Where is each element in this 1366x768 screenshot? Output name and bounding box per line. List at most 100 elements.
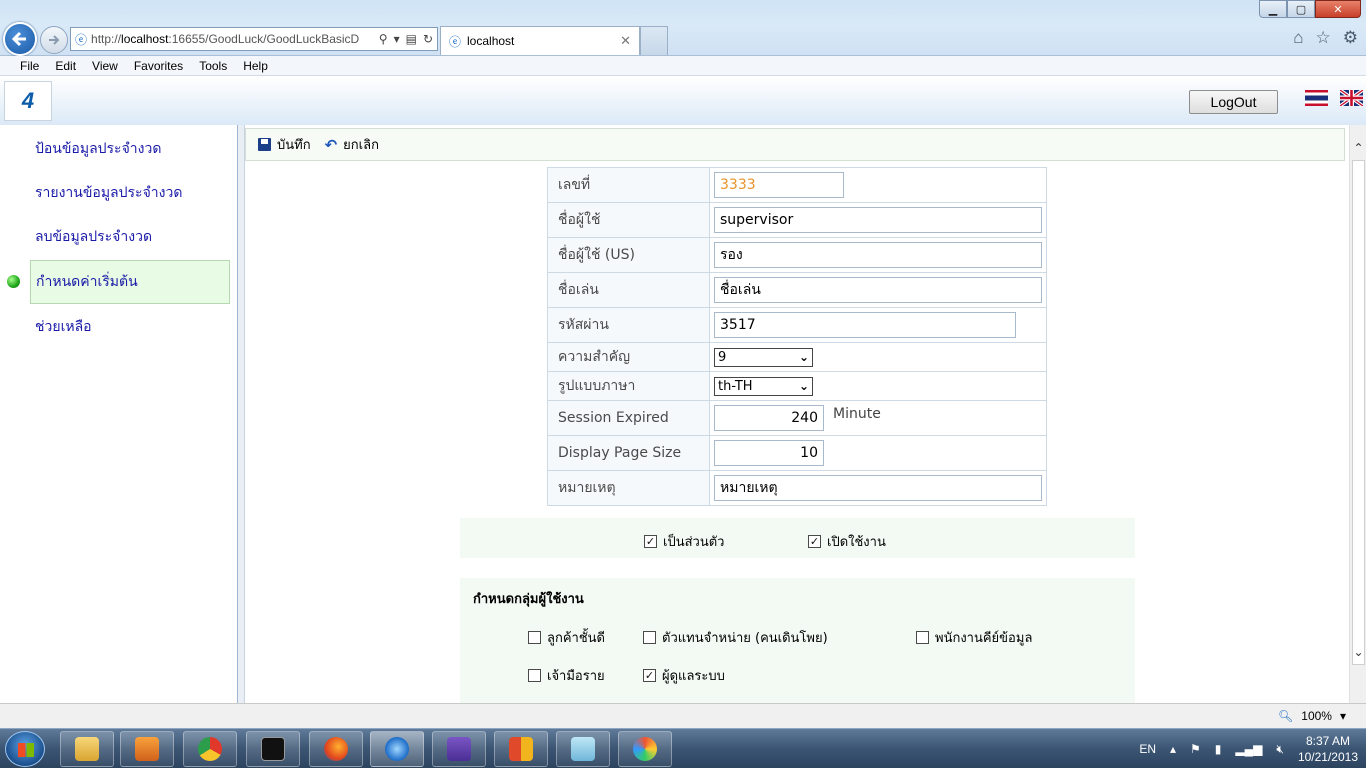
clock[interactable]: 8:37 AM 10/21/2013	[1298, 733, 1358, 765]
menu-favorites[interactable]: Favorites	[126, 59, 191, 73]
ie-taskbar-button[interactable]	[370, 731, 424, 767]
user-form-table: เลขที่ 3333 ชื่อผู้ใช้ supervisor ชื่อผู…	[547, 167, 1047, 506]
visual-studio-taskbar-button[interactable]	[432, 731, 486, 767]
menu-edit[interactable]: Edit	[47, 59, 84, 73]
firefox-taskbar-button[interactable]	[309, 731, 363, 767]
group-checkbox-agent[interactable]: ตัวแทนจำหน่าย (คนเดินโพย)	[643, 627, 828, 648]
back-button[interactable]	[3, 22, 37, 56]
folder-icon	[75, 737, 99, 761]
group-checkbox-data-entry[interactable]: พนักงานคีย์ข้อมูล	[916, 627, 1032, 648]
priority-value: 9	[718, 349, 727, 365]
enabled-check-icon: ✓	[808, 535, 821, 548]
menu-tools[interactable]: Tools	[191, 59, 235, 73]
zoom-dropdown-icon: ▾	[1339, 709, 1346, 723]
logout-button[interactable]: LogOut	[1189, 90, 1278, 114]
media-player-taskbar-button[interactable]	[120, 731, 174, 767]
language-indicator[interactable]: EN	[1139, 742, 1156, 756]
session-field[interactable]: 240	[714, 405, 824, 431]
username-us-field[interactable]: รอง	[714, 242, 1042, 268]
id-field[interactable]: 3333	[714, 172, 844, 198]
cmd-taskbar-button[interactable]	[246, 731, 300, 767]
nav-item-delete-data[interactable]: ลบข้อมูลประจำงวด	[30, 215, 230, 259]
group-checkbox-admin[interactable]: ✓ ผู้ดูแลระบบ	[643, 665, 725, 686]
left-navigation: ป้อนข้อมูลประจำงวด รายงานข้อมูลประจำงวด …	[0, 125, 237, 703]
tab-ie-icon: ⓔ	[449, 34, 462, 49]
scroll-down-icon[interactable]: ⌄	[1350, 643, 1366, 660]
search-icon[interactable]: ⚲	[379, 32, 388, 46]
nav-item-report[interactable]: รายงานข้อมูลประจำงวด	[30, 171, 230, 215]
maximize-button[interactable]: ▢	[1287, 0, 1315, 18]
favorites-star-icon[interactable]: ☆	[1316, 28, 1331, 48]
uk-flag-icon[interactable]	[1340, 90, 1363, 106]
app-header: 4 LogOut	[0, 77, 1366, 125]
thai-flag-icon[interactable]	[1305, 90, 1328, 106]
vertical-scrollbar[interactable]: ⌃ ⌄	[1349, 125, 1366, 703]
group-checkbox-dealer[interactable]: เจ้ามือราย	[528, 665, 605, 686]
action-center-flag-icon[interactable]: ⚑	[1190, 742, 1201, 756]
notepad-taskbar-button[interactable]	[556, 731, 610, 767]
username-label: ชื่อผู้ใช้	[547, 202, 710, 238]
priority-label: ความสำคัญ	[547, 342, 710, 372]
network-icon[interactable]: ▮	[1215, 742, 1222, 756]
paint-taskbar-button[interactable]	[618, 731, 672, 767]
nav-item-help[interactable]: ช่วยเหลือ	[30, 305, 230, 349]
nav-item-enter-data[interactable]: ป้อนข้อมูลประจำงวด	[30, 127, 230, 171]
start-button[interactable]	[5, 731, 45, 767]
unchecked-box-icon	[528, 669, 541, 682]
close-window-button[interactable]: ✕	[1315, 0, 1361, 18]
compat-icon[interactable]: ▤	[406, 32, 417, 46]
priority-select[interactable]: 9 ⌄	[714, 347, 813, 367]
media-player-icon	[135, 737, 159, 761]
tab-title: localhost	[467, 34, 515, 48]
group-checkbox-premium-customer[interactable]: ลูกค้าชั้นดี	[528, 627, 605, 648]
enabled-checkbox[interactable]: ✓ เปิดใช้งาน	[808, 531, 886, 552]
nav-item-default-settings[interactable]: กำหนดค่าเริ่มต้น	[30, 260, 230, 304]
chrome-taskbar-button[interactable]	[183, 731, 237, 767]
chrome-icon	[198, 737, 222, 761]
tab-localhost[interactable]: ⓔ localhost ✕	[440, 26, 640, 55]
menu-help[interactable]: Help	[235, 59, 276, 73]
firefox-icon	[324, 737, 348, 761]
explorer-taskbar-button[interactable]	[60, 731, 114, 767]
office-taskbar-button[interactable]	[494, 731, 548, 767]
id-label: เลขที่	[547, 167, 710, 203]
pagesize-label: Display Page Size	[547, 435, 710, 471]
language-select[interactable]: th-TH ⌄	[714, 376, 813, 396]
forward-button[interactable]	[40, 26, 68, 54]
new-tab-button[interactable]	[640, 26, 668, 55]
nav-splitter[interactable]	[237, 125, 245, 703]
cancel-button[interactable]: ↶ ยกเลิก	[325, 134, 379, 155]
tab-close-icon[interactable]: ✕	[620, 33, 631, 49]
enabled-label: เปิดใช้งาน	[827, 535, 886, 550]
dropdown-icon[interactable]: ▾	[394, 32, 400, 46]
password-field[interactable]: 3517	[714, 312, 1016, 338]
zoom-control[interactable]: 🔍︎ 100% ▾	[1278, 709, 1346, 723]
refresh-icon[interactable]: ↻	[423, 32, 433, 46]
group-label: ผู้ดูแลระบบ	[662, 669, 725, 684]
tray-expand-icon[interactable]: ▴	[1170, 742, 1176, 756]
minimize-button[interactable]: ▁	[1259, 0, 1287, 18]
menu-view[interactable]: View	[84, 59, 126, 73]
signal-icon[interactable]: ▂▄▆	[1235, 742, 1262, 756]
terminal-icon	[261, 737, 285, 761]
username-field[interactable]: supervisor	[714, 207, 1042, 233]
address-bar[interactable]: ⓔ http://localhost:16655/GoodLuck/GoodLu…	[70, 27, 438, 51]
remark-label: หมายเหตุ	[547, 470, 710, 506]
home-icon[interactable]: ⌂	[1293, 28, 1303, 48]
pagesize-field[interactable]: 10	[714, 440, 824, 466]
username-us-label: ชื่อผู้ใช้ (US)	[547, 237, 710, 273]
menu-file[interactable]: File	[12, 59, 47, 73]
volume-muted-icon[interactable]: 🔇︎	[1276, 742, 1284, 757]
chevron-down-icon: ⌄	[798, 349, 809, 364]
scroll-up-icon[interactable]: ⌃	[1350, 139, 1366, 156]
uk-flag-graphic	[1340, 90, 1363, 106]
remark-field[interactable]: หมายเหตุ	[714, 475, 1042, 501]
settings-gear-icon[interactable]: ⚙	[1343, 28, 1358, 48]
nickname-field[interactable]: ชื่อเล่น	[714, 277, 1042, 303]
private-checkbox[interactable]: ✓ เป็นส่วนตัว	[644, 531, 724, 552]
unchecked-box-icon	[528, 631, 541, 644]
cancel-label: ยกเลิก	[343, 138, 379, 153]
save-button[interactable]: บันทึก	[258, 134, 311, 155]
nickname-label: ชื่อเล่น	[547, 272, 710, 308]
scroll-thumb[interactable]	[1352, 160, 1365, 665]
